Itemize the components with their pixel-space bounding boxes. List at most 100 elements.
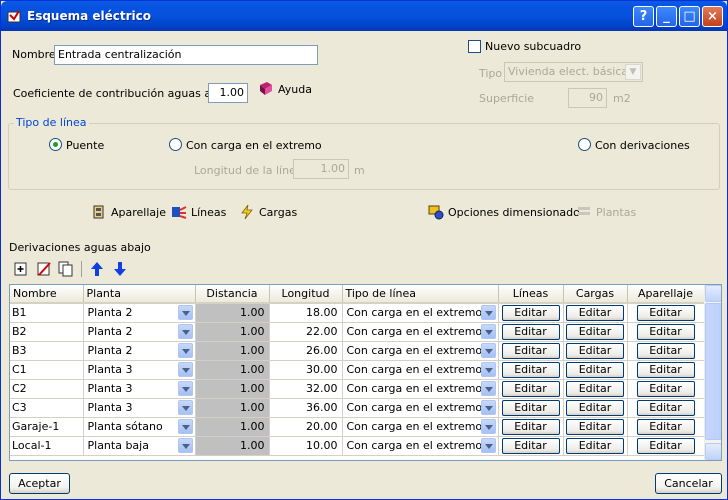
table-row[interactable]: B3 Planta 2 1.00 26.00 Con carga en el extre… (10, 341, 705, 361)
cell-nombre[interactable]: Local-1 (10, 436, 84, 456)
table-row[interactable]: C1 Planta 3 1.00 30.00 Con carga en el extre… (10, 360, 705, 380)
cell-longitud[interactable]: 36.00 (269, 398, 343, 418)
add-row-icon[interactable] (13, 261, 29, 277)
edit-cargas-button[interactable]: Editar (566, 361, 624, 378)
chevron-down-icon[interactable] (480, 419, 496, 434)
edit-cargas-button[interactable]: Editar (566, 380, 624, 397)
edit-lineas-button[interactable]: Editar (501, 342, 560, 359)
close-button[interactable]: × (702, 6, 723, 27)
tipo-select[interactable]: Vivienda elect. básica ▼ (504, 62, 643, 82)
planta-select[interactable]: Planta 2 (86, 342, 193, 359)
nombre-input[interactable]: Entrada centralización (54, 45, 318, 65)
cell-nombre[interactable]: C1 (10, 360, 84, 380)
coef-input[interactable]: 1.00 (208, 83, 248, 103)
edit-lineas-button[interactable]: Editar (501, 323, 560, 340)
planta-select[interactable]: Planta 3 (86, 380, 193, 397)
arrow-down-icon[interactable] (112, 261, 128, 277)
chevron-down-icon[interactable] (177, 400, 193, 415)
planta-select[interactable]: Planta 2 (86, 304, 193, 321)
chevron-down-icon[interactable] (480, 438, 496, 453)
col-lineas[interactable]: Líneas (498, 285, 564, 304)
cell-planta[interactable]: Planta 3 (83, 360, 196, 380)
title-bar[interactable]: Esquema eléctrico ? _ □ × (1, 1, 727, 31)
table-row[interactable]: C3 Planta 3 1.00 36.00 Con carga en el extre… (10, 398, 705, 418)
edit-aparellaje-button[interactable]: Editar (636, 437, 695, 454)
cell-longitud[interactable]: 32.00 (269, 379, 343, 399)
chevron-down-icon[interactable] (177, 362, 193, 377)
edit-lineas-button[interactable]: Editar (501, 418, 560, 435)
maximize-button[interactable]: □ (679, 6, 700, 27)
table-row[interactable]: Garaje-1 Planta sótano 1.00 20.00 Con carga … (10, 417, 705, 437)
cell-longitud[interactable]: 30.00 (269, 360, 343, 380)
cell-planta[interactable]: Planta sótano (83, 417, 196, 437)
chevron-down-icon[interactable] (177, 305, 193, 321)
radio-derivaciones[interactable] (578, 138, 591, 151)
tipo-linea-select[interactable]: Con carga en el extremo (345, 342, 496, 359)
tipo-linea-select[interactable]: Con carga en el extremo (345, 361, 496, 378)
planta-select[interactable]: Planta 2 (86, 323, 193, 340)
edit-aparellaje-button[interactable]: Editar (636, 399, 695, 416)
cell-tipo-linea[interactable]: Con carga en el extremo (342, 360, 499, 380)
chevron-down-icon[interactable] (177, 324, 193, 339)
col-planta[interactable]: Planta (83, 285, 196, 304)
edit-cargas-button[interactable]: Editar (566, 304, 624, 321)
tipo-linea-select[interactable]: Con carga en el extremo (345, 399, 496, 416)
chevron-down-icon[interactable] (177, 343, 193, 358)
cell-tipo-linea[interactable]: Con carga en el extremo (342, 398, 499, 418)
cell-tipo-linea[interactable]: Con carga en el extremo (342, 417, 499, 437)
col-aparellaje[interactable]: Aparellaje (627, 285, 705, 304)
scroll-thumb[interactable] (705, 303, 721, 440)
minimize-button[interactable]: _ (656, 6, 677, 27)
edit-aparellaje-button[interactable]: Editar (636, 304, 695, 321)
col-longitud[interactable]: Longitud (269, 285, 343, 304)
cell-planta[interactable]: Planta 2 (83, 341, 196, 361)
cell-nombre[interactable]: B3 (10, 341, 84, 361)
chevron-down-icon[interactable] (177, 438, 193, 453)
cell-tipo-linea[interactable]: Con carga en el extremo (342, 303, 499, 323)
tipo-linea-select[interactable]: Con carga en el extremo (345, 380, 496, 397)
cell-nombre[interactable]: C3 (10, 398, 84, 418)
help-title-button[interactable]: ? (633, 6, 654, 27)
cell-nombre[interactable]: B1 (10, 303, 84, 323)
cell-longitud[interactable]: 18.00 (269, 303, 343, 323)
longitud-input[interactable]: 1.00 (293, 159, 349, 179)
tipo-linea-select[interactable]: Con carga en el extremo (345, 323, 496, 340)
cell-tipo-linea[interactable]: Con carga en el extremo (342, 379, 499, 399)
planta-select[interactable]: Planta 3 (86, 399, 193, 416)
col-nombre[interactable]: Nombre (10, 285, 84, 304)
cell-longitud[interactable]: 20.00 (269, 417, 343, 437)
tipo-linea-select[interactable]: Con carga en el extremo (345, 418, 496, 435)
copy-row-icon[interactable] (58, 261, 74, 277)
edit-aparellaje-button[interactable]: Editar (636, 342, 695, 359)
edit-aparellaje-button[interactable]: Editar (636, 323, 695, 340)
cell-longitud[interactable]: 22.00 (269, 322, 343, 342)
edit-cargas-button[interactable]: Editar (566, 323, 624, 340)
cell-longitud[interactable]: 10.00 (269, 436, 343, 456)
cell-nombre[interactable]: B2 (10, 322, 84, 342)
nuevo-subcuadro-checkbox[interactable] (468, 40, 481, 53)
edit-cargas-button[interactable]: Editar (566, 418, 624, 435)
cell-tipo-linea[interactable]: Con carga en el extremo (342, 322, 499, 342)
edit-cargas-button[interactable]: Editar (566, 342, 624, 359)
chevron-down-icon[interactable] (480, 400, 496, 415)
chevron-down-icon[interactable] (177, 419, 193, 434)
chevron-down-icon[interactable] (480, 362, 496, 377)
table-row[interactable]: C2 Planta 3 1.00 32.00 Con carga en el extre… (10, 379, 705, 399)
edit-cargas-button[interactable]: Editar (566, 437, 624, 454)
col-tipo-linea[interactable]: Tipo de línea (342, 285, 499, 304)
cell-planta[interactable]: Planta 3 (83, 398, 196, 418)
chevron-down-icon[interactable] (480, 324, 496, 339)
cell-planta[interactable]: Planta baja (83, 436, 196, 456)
edit-aparellaje-button[interactable]: Editar (636, 418, 695, 435)
cell-planta[interactable]: Planta 2 (83, 303, 196, 323)
cancelar-button[interactable]: Cancelar (655, 473, 722, 494)
edit-aparellaje-button[interactable]: Editar (636, 361, 695, 378)
cell-longitud[interactable]: 26.00 (269, 341, 343, 361)
edit-lineas-button[interactable]: Editar (501, 380, 560, 397)
table-row[interactable]: Local-1 Planta baja 1.00 10.00 Con carga en … (10, 436, 705, 456)
cell-nombre[interactable]: Garaje-1 (10, 417, 84, 437)
aceptar-button[interactable]: Aceptar (9, 473, 70, 494)
table-row[interactable]: B1 Planta 2 1.00 18.00 Con carga en el extre… (10, 303, 705, 323)
chevron-down-icon[interactable] (480, 305, 496, 321)
planta-select[interactable]: Planta baja (86, 437, 193, 454)
